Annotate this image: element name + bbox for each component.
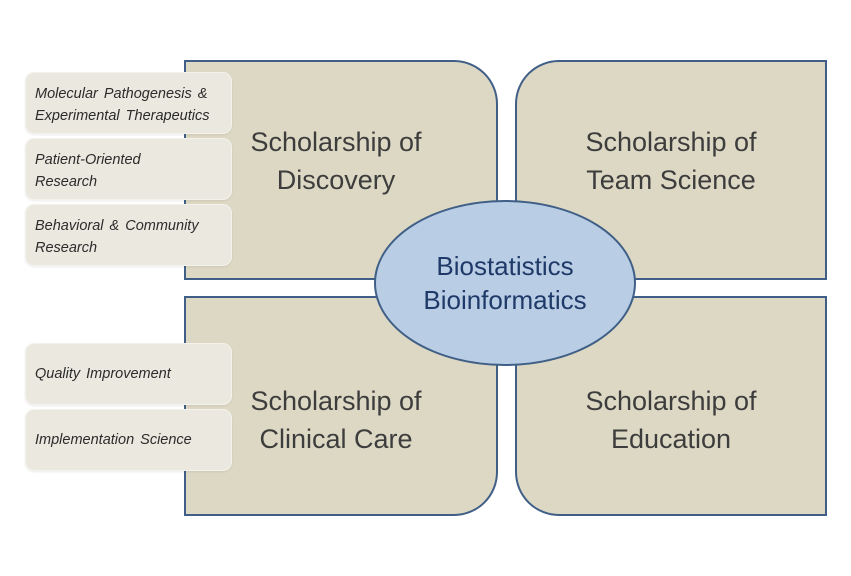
quadrant-team-science-title: Scholarship of Team Science <box>585 123 756 199</box>
quadrant-discovery-line2: Discovery <box>276 165 396 195</box>
quadrant-clinical-care-title: Scholarship of Clinical Care <box>250 382 421 458</box>
quadrant-education-line2: Education <box>610 424 732 454</box>
quadrant-education-line1: Scholarship of <box>585 386 757 416</box>
tag-line2: Experimental Therapeutics <box>35 108 210 124</box>
tag-line2: Research <box>35 174 98 190</box>
quadrant-clinical-care-line1: Scholarship of <box>250 386 422 416</box>
quadrant-discovery-title: Scholarship of Discovery <box>250 123 421 199</box>
tag-line1: Quality Improvement <box>35 366 171 382</box>
quadrant-clinical-care-line2: Clinical Care <box>259 424 413 454</box>
tag-patient-oriented-research: Patient-Oriented Research <box>25 138 232 200</box>
tag-line1: Patient-Oriented <box>35 152 141 168</box>
quadrant-team-science-line1: Scholarship of <box>585 127 757 157</box>
center-line1: Biostatistics <box>436 251 574 281</box>
tag-behavioral-community-research: Behavioral & Community Research <box>25 204 232 266</box>
tag-implementation-science: Implementation Science <box>25 409 232 471</box>
tag-quality-improvement: Quality Improvement <box>25 343 232 405</box>
tag-line1: Behavioral & Community <box>35 218 199 234</box>
tag-line1: Implementation Science <box>35 432 192 448</box>
tag-line2: Research <box>35 240 98 256</box>
quadrant-education-title: Scholarship of Education <box>585 382 756 458</box>
center-ellipse-biostatistics: Biostatistics Bioinformatics <box>374 200 636 366</box>
tag-molecular-pathogenesis: Molecular Pathogenesis & Experimental Th… <box>25 72 232 134</box>
quadrant-team-science-line2: Team Science <box>586 165 756 195</box>
center-line2: Bioinformatics <box>423 285 587 315</box>
tag-line1: Molecular Pathogenesis & <box>35 86 208 102</box>
quadrant-discovery-line1: Scholarship of <box>250 127 422 157</box>
